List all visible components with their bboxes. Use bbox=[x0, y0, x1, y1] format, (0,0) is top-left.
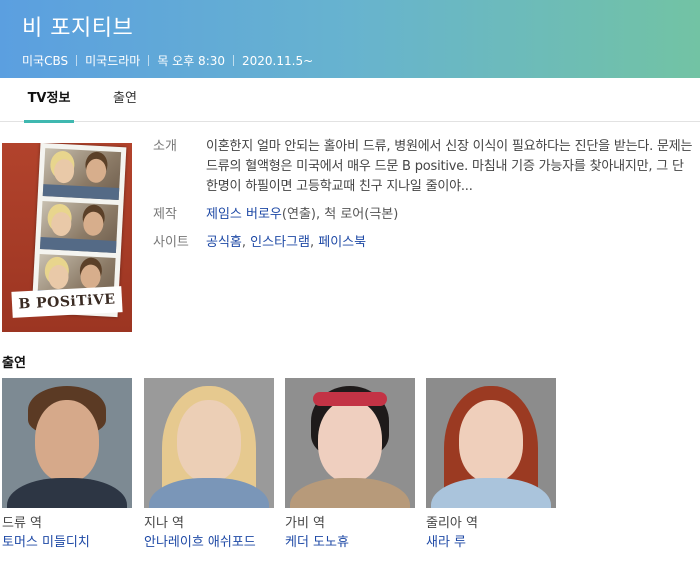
meta-airdate: 2020.11.5~ bbox=[242, 53, 314, 68]
production-value: 제임스 버로우(연출), 척 로어(극본) bbox=[206, 205, 693, 225]
site-row: 사이트 공식홈, 인스타그램, 페이스북 bbox=[153, 233, 693, 253]
program-meta: 미국CBS 미국드라마 목 오후 8:30 2020.11.5~ bbox=[22, 52, 680, 69]
cast-photo[interactable] bbox=[2, 378, 132, 508]
cast-section-title: 출연 bbox=[2, 356, 26, 371]
tab-cast[interactable]: 출연 bbox=[110, 78, 140, 122]
photo-frame bbox=[42, 148, 122, 201]
cast-card: 가비 역 케더 도노휴 bbox=[285, 378, 415, 553]
instagram-link[interactable]: 인스타그램 bbox=[250, 235, 310, 250]
cast-role: 줄리아 역 bbox=[426, 516, 478, 531]
site-label: 사이트 bbox=[153, 235, 189, 250]
writer-name: 척 로어 bbox=[324, 207, 365, 222]
site-links: 공식홈, 인스타그램, 페이스북 bbox=[206, 235, 367, 250]
cast-actor-link[interactable]: 안나레이흐 애쉬포드 bbox=[144, 533, 274, 553]
meta-divider bbox=[233, 55, 235, 66]
cast-photo[interactable] bbox=[285, 378, 415, 508]
photo-frame bbox=[39, 201, 119, 253]
meta-divider bbox=[148, 55, 150, 66]
meta-schedule: 목 오후 8:30 bbox=[157, 54, 226, 68]
cast-card: 지나 역 안나레이흐 애쉬포드 bbox=[144, 378, 274, 553]
program-header: 비 포지티브 미국CBS 미국드라마 목 오후 8:30 2020.11.5~ bbox=[0, 0, 700, 78]
meta-genre: 미국드라마 bbox=[85, 54, 141, 68]
writer-role: (극본) bbox=[364, 207, 399, 222]
cast-photo[interactable] bbox=[426, 378, 556, 508]
production-label: 제작 bbox=[153, 207, 177, 222]
program-info: 소개 이혼한지 얼마 안되는 홀아비 드류, 병원에서 신장 이식이 필요하다는… bbox=[153, 137, 693, 261]
cast-actor-link[interactable]: 케더 도노휴 bbox=[285, 533, 415, 553]
tab-bar: TV정보 출연 bbox=[0, 78, 700, 123]
cast-role: 드류 역 bbox=[2, 516, 43, 531]
facebook-link[interactable]: 페이스북 bbox=[318, 235, 366, 250]
tab-tv-info[interactable]: TV정보 bbox=[24, 78, 74, 123]
cast-actor-link[interactable]: 새라 루 bbox=[426, 533, 556, 553]
meta-channel: 미국CBS bbox=[22, 54, 69, 68]
program-title: 비 포지티브 bbox=[22, 16, 134, 41]
meta-divider bbox=[76, 55, 78, 66]
intro-label: 소개 bbox=[153, 139, 177, 154]
poster-image[interactable]: B POSiTiVE bbox=[2, 143, 132, 332]
intro-row: 소개 이혼한지 얼마 안되는 홀아비 드류, 병원에서 신장 이식이 필요하다는… bbox=[153, 137, 693, 197]
cast-photo[interactable] bbox=[144, 378, 274, 508]
cast-card: 줄리아 역 새라 루 bbox=[426, 378, 556, 553]
official-site-link[interactable]: 공식홈 bbox=[206, 235, 242, 250]
cast-role: 지나 역 bbox=[144, 516, 185, 531]
director-link[interactable]: 제임스 버로우 bbox=[206, 207, 282, 222]
cast-role: 가비 역 bbox=[285, 516, 326, 531]
production-row: 제작 제임스 버로우(연출), 척 로어(극본) bbox=[153, 205, 693, 225]
cast-card: 드류 역 토머스 미들디치 bbox=[2, 378, 132, 553]
director-role: (연출), bbox=[281, 207, 321, 222]
intro-text: 이혼한지 얼마 안되는 홀아비 드류, 병원에서 신장 이식이 필요하다는 진단… bbox=[206, 139, 693, 194]
cast-actor-link[interactable]: 토머스 미들디치 bbox=[2, 533, 132, 553]
